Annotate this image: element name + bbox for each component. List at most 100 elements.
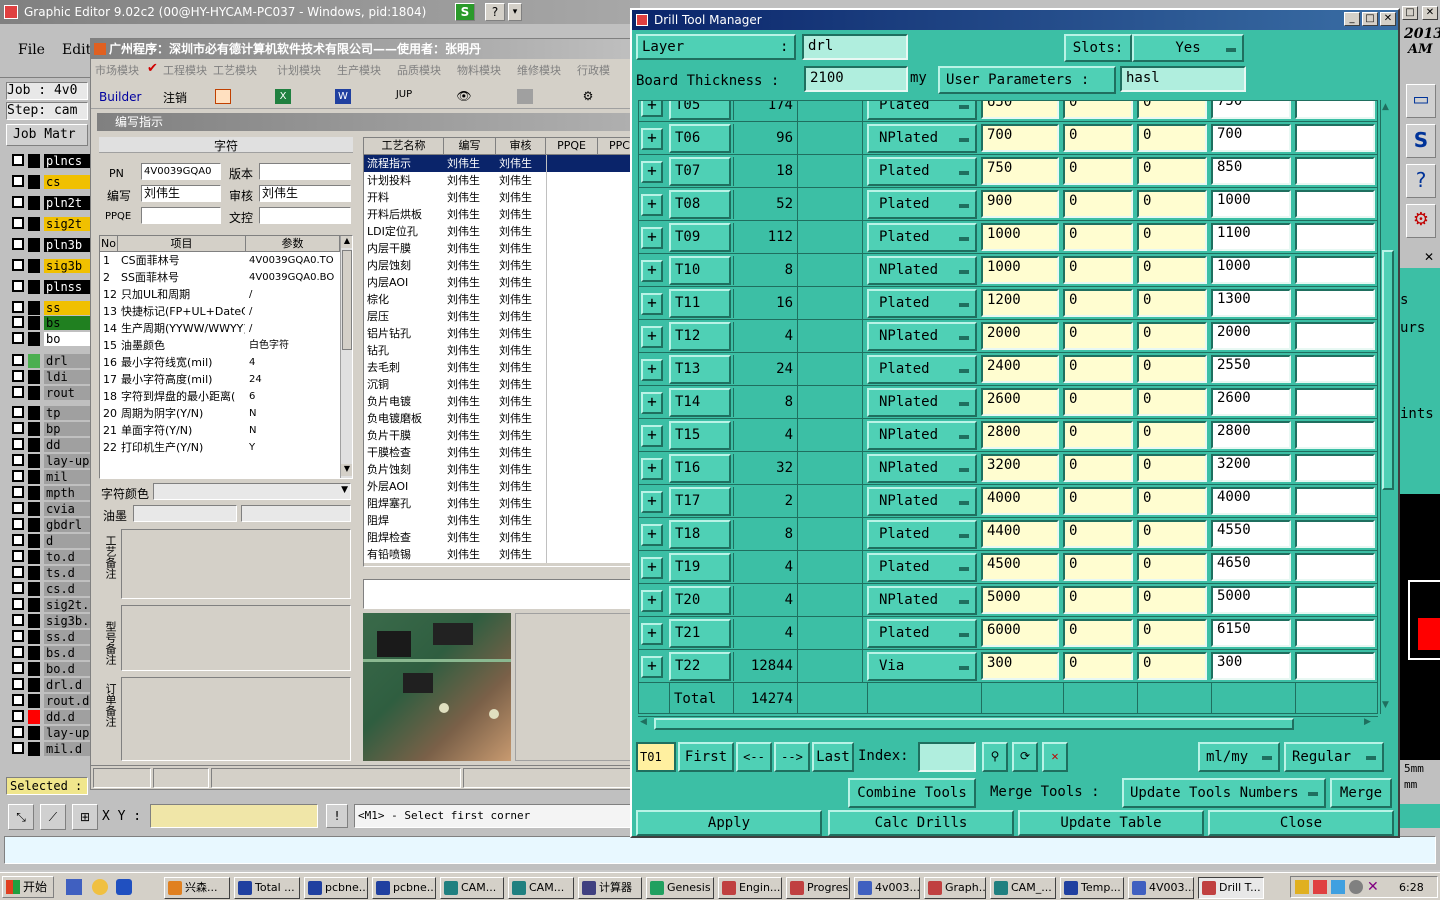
layer-name[interactable]: rout [44,386,90,400]
tool-finish-field[interactable]: 750 [1211,101,1291,119]
canvas-area[interactable] [1400,494,1440,760]
tool-plus-tol-field[interactable]: 0 [1063,355,1133,383]
tool-finish-field[interactable]: 1000 [1211,256,1291,284]
scroll-down-icon[interactable]: ▼ [341,464,352,476]
process-row[interactable]: 去毛刺 刘伟生 刘伟生 [364,359,640,376]
scroll-up-icon[interactable]: ▲ [341,236,352,248]
process-row[interactable]: 计划投料 刘伟生 刘伟生 [364,172,640,189]
params-scrollbar[interactable]: ▲ ▼ [340,236,352,478]
task-button[interactable]: 计算器 [578,877,642,899]
tool-finish-field[interactable]: 4550 [1211,520,1291,548]
tool-number[interactable]: T22 [669,652,731,681]
tool-size-field[interactable]: 2000 [981,322,1059,350]
layer-checkbox[interactable] [12,646,24,658]
process-row[interactable]: 开料后烘板 刘伟生 刘伟生 [364,206,640,223]
process-row[interactable]: 内层AOI 刘伟生 刘伟生 [364,274,640,291]
tool-edit-icon[interactable]: + [641,590,663,612]
task-button[interactable]: 兴森... [164,877,230,899]
tool-minus-tol-field[interactable]: 0 [1137,355,1207,383]
ink-field-1[interactable] [133,505,237,522]
tool-number[interactable]: T21 [669,619,731,648]
side-s-icon[interactable]: S [1406,124,1436,158]
tool-size-field[interactable]: 750 [981,157,1059,185]
layer-name[interactable]: drl [44,354,90,368]
layer-name[interactable]: lay-up [44,726,90,740]
process-row[interactable]: 开料 刘伟生 刘伟生 [364,189,640,206]
layer-name[interactable]: lay-up [44,454,90,468]
close-button[interactable]: Close [1208,810,1394,836]
tool-number[interactable]: T12 [669,322,731,351]
vscroll-thumb[interactable] [1382,250,1394,490]
hscroll-right-icon[interactable]: ▶ [1364,717,1371,727]
layer-name[interactable]: d [44,534,90,548]
side-panel-icon[interactable]: ▭ [1406,84,1436,118]
layer-checkbox[interactable] [12,175,24,187]
params-row[interactable]: 18 字符到焊盘的最小距离(6 [100,388,340,405]
tool-number[interactable]: T20 [669,586,731,615]
dtm-maximize-icon[interactable]: □ [1362,12,1378,26]
toolbar-jump-icon[interactable]: JUP [393,89,415,104]
process-row[interactable]: 沉铜 刘伟生 刘伟生 [364,376,640,393]
tool-finish-field[interactable]: 2550 [1211,355,1291,383]
layer-checkbox[interactable] [12,316,24,328]
tool-finish-field[interactable]: 5000 [1211,586,1291,614]
layer-name[interactable]: plnss [44,280,90,294]
ge-help-icon[interactable]: ? [485,3,505,21]
layer-name[interactable]: tp [44,406,90,420]
tool-finish-field[interactable]: 6150 [1211,619,1291,647]
tool-finish-field[interactable]: 2000 [1211,322,1291,350]
layer-name[interactable]: sig2t [44,217,90,231]
toolbar-icon-1[interactable] [215,89,231,104]
layer-checkbox[interactable] [12,630,24,642]
last-button[interactable]: Last [812,742,854,772]
tool-size-field[interactable]: 2600 [981,388,1059,416]
tool-number[interactable]: T05 [669,101,731,120]
layer-name[interactable]: ts.d [44,566,90,580]
tool-type-select[interactable]: NPlated [867,454,977,483]
tool-minus-tol-field[interactable]: 0 [1137,487,1207,515]
layer-name[interactable]: mpth [44,486,90,500]
layer-name[interactable]: cs [44,175,90,189]
layer-name[interactable]: sig3b [44,259,90,273]
tool-type-select[interactable]: NPlated [867,256,977,285]
mode-select[interactable]: Regular [1284,742,1384,772]
tool-finish-field[interactable]: 700 [1211,124,1291,152]
tool-plus-tol-field[interactable]: 0 [1063,124,1133,152]
tool-type-select[interactable]: NPlated [867,322,977,351]
tool-type-select[interactable]: Plated [867,101,977,120]
ge-restore-icon[interactable]: □ [1402,6,1418,20]
tool-edit-icon[interactable]: + [641,392,663,414]
tray-icon-3[interactable] [1331,880,1345,894]
tool-plus-tol-field[interactable]: 0 [1063,289,1133,317]
tool-extra-field[interactable] [1295,322,1375,350]
tool-size-field[interactable]: 5000 [981,586,1059,614]
tool-type-select[interactable]: Plated [867,619,977,648]
params-row[interactable]: 13 快捷标记(FP+UL+DateCo / [100,303,340,320]
tool-extra-field[interactable] [1295,256,1375,284]
layer-name[interactable]: ss [44,301,90,315]
task-button[interactable]: Temp... [1060,877,1124,899]
layer-checkbox[interactable] [12,582,24,594]
layer-checkbox[interactable] [12,280,24,292]
table-hscroll[interactable]: ◀ ▶ [638,716,1378,730]
tray-icon-5[interactable]: ✕ [1367,879,1379,895]
tool-plus-tol-field[interactable]: 0 [1063,487,1133,515]
params-row[interactable]: 17 最小字符高度(mil) 24 [100,371,340,388]
measure-icon[interactable]: ⟋ [40,804,66,830]
hscroll-thumb[interactable] [654,718,1294,730]
layer-name[interactable]: dd [44,438,90,452]
process-row[interactable]: 负电镀磨板 刘伟生 刘伟生 [364,410,640,427]
scroll-thumb[interactable] [342,250,352,350]
tool-edit-icon[interactable]: + [641,623,663,645]
task-button[interactable]: 4V003... [1128,877,1194,899]
tool-minus-tol-field[interactable]: 0 [1137,157,1207,185]
chinese-titlebar[interactable]: 广州程序：深圳市必有德计算机软件技术有限公司——使用者：张明丹 [91,39,643,59]
layer-checkbox[interactable] [12,406,24,418]
tool-finish-field[interactable]: 300 [1211,652,1291,680]
tool-type-select[interactable]: Plated [867,223,977,252]
dtm-titlebar[interactable]: Drill Tool Manager _ □ ✕ [632,10,1398,30]
layer-checkbox[interactable] [12,486,24,498]
process-row[interactable]: 内层蚀刻 刘伟生 刘伟生 [364,257,640,274]
merge-button[interactable]: Merge [1330,778,1392,808]
tool-type-select[interactable]: Plated [867,289,977,318]
